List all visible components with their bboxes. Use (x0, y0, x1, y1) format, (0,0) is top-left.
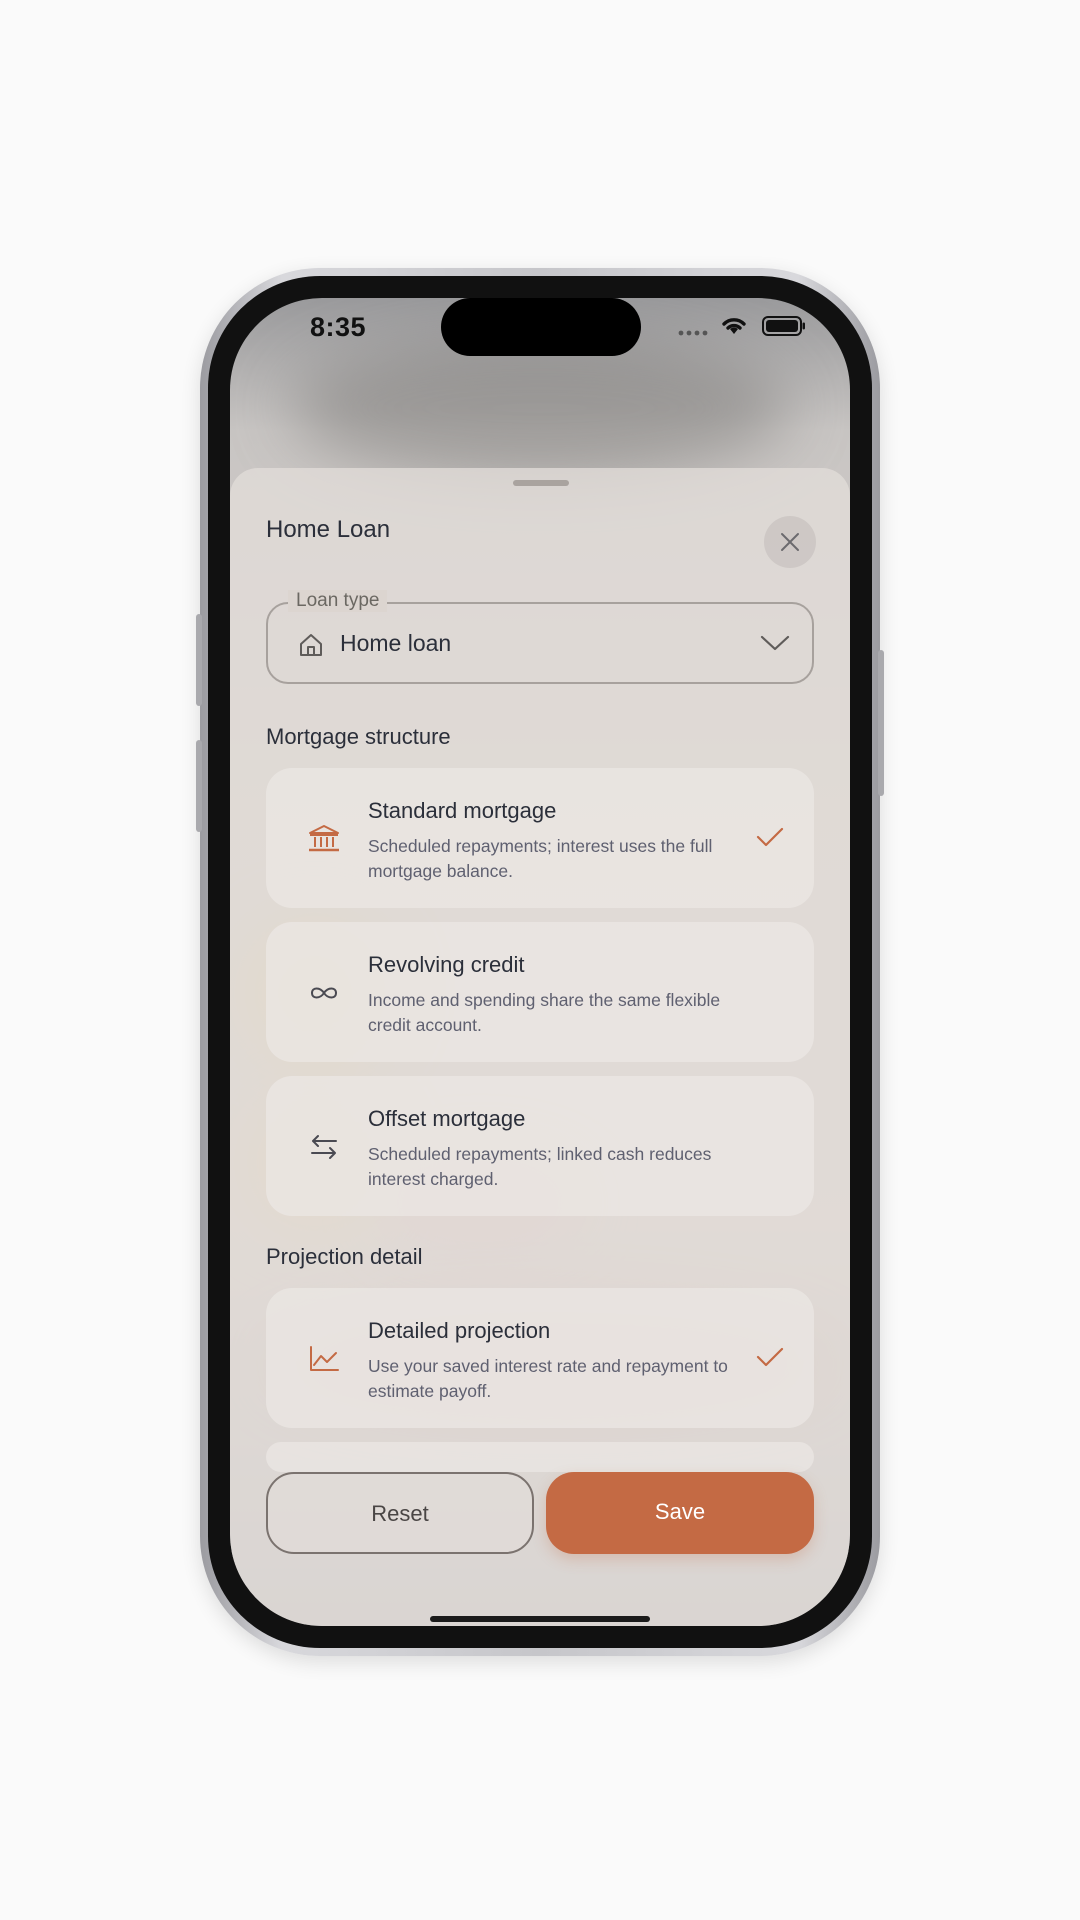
option-title: Offset mortgage (368, 1106, 526, 1131)
home-icon (300, 634, 322, 656)
option-title: Detailed projection (368, 1318, 551, 1343)
phone-screen: 8:35 Home Loan Loan type Home loan Mortg… (230, 298, 850, 1626)
power-button (878, 650, 884, 796)
infinity-icon (310, 987, 338, 999)
swap-arrows-icon (311, 1135, 337, 1159)
option-title: Standard mortgage (368, 798, 557, 823)
loan-type-select[interactable]: Loan type Home loan (266, 590, 814, 684)
projection-detail-heading: Projection detail (266, 1244, 423, 1269)
sheet-grabber[interactable] (513, 480, 569, 486)
volume-up-button (196, 740, 202, 832)
option-description: Use your saved interest rate and repayme… (368, 1356, 728, 1401)
option-offset-mortgage[interactable]: Offset mortgage Scheduled repayments; li… (266, 1076, 814, 1216)
checkmark-icon (756, 827, 784, 847)
cellular-signal-icon (678, 330, 708, 336)
option-revolving-credit[interactable]: Revolving credit Income and spending sha… (266, 922, 814, 1062)
battery-icon (762, 316, 805, 336)
checkmark-icon (756, 1347, 784, 1367)
close-button[interactable] (764, 516, 816, 568)
option-standard-mortgage[interactable]: Standard mortgage Scheduled repayments; … (266, 768, 814, 908)
close-icon (781, 533, 799, 551)
option-description: Scheduled repayments; linked cash reduce… (368, 1144, 712, 1189)
option-card-partial[interactable] (266, 1442, 814, 1472)
option-title: Revolving credit (368, 952, 525, 977)
reset-button[interactable]: Reset (266, 1472, 534, 1554)
mortgage-structure-heading: Mortgage structure (266, 724, 451, 749)
option-description: Income and spending share the same flexi… (368, 990, 721, 1035)
loan-settings-sheet: Home Loan Loan type Home loan Mortgage s… (230, 468, 850, 1626)
line-chart-icon (310, 1346, 339, 1371)
option-description: Scheduled repayments; interest uses the … (368, 836, 713, 881)
sheet-title: Home Loan (266, 516, 391, 543)
option-detailed-projection[interactable]: Detailed projection Use your saved inter… (266, 1288, 814, 1428)
dynamic-island (441, 298, 641, 356)
mute-switch (196, 614, 202, 706)
status-bar: 8:35 (230, 298, 850, 368)
bank-icon (309, 825, 339, 852)
home-indicator (430, 1616, 650, 1622)
loan-type-label: Loan type (288, 590, 388, 612)
wifi-icon (722, 318, 746, 334)
chevron-down-icon (760, 635, 790, 651)
status-time: 8:35 (310, 312, 367, 342)
save-button[interactable]: Save (546, 1472, 814, 1554)
loan-type-value: Home loan (340, 630, 452, 656)
